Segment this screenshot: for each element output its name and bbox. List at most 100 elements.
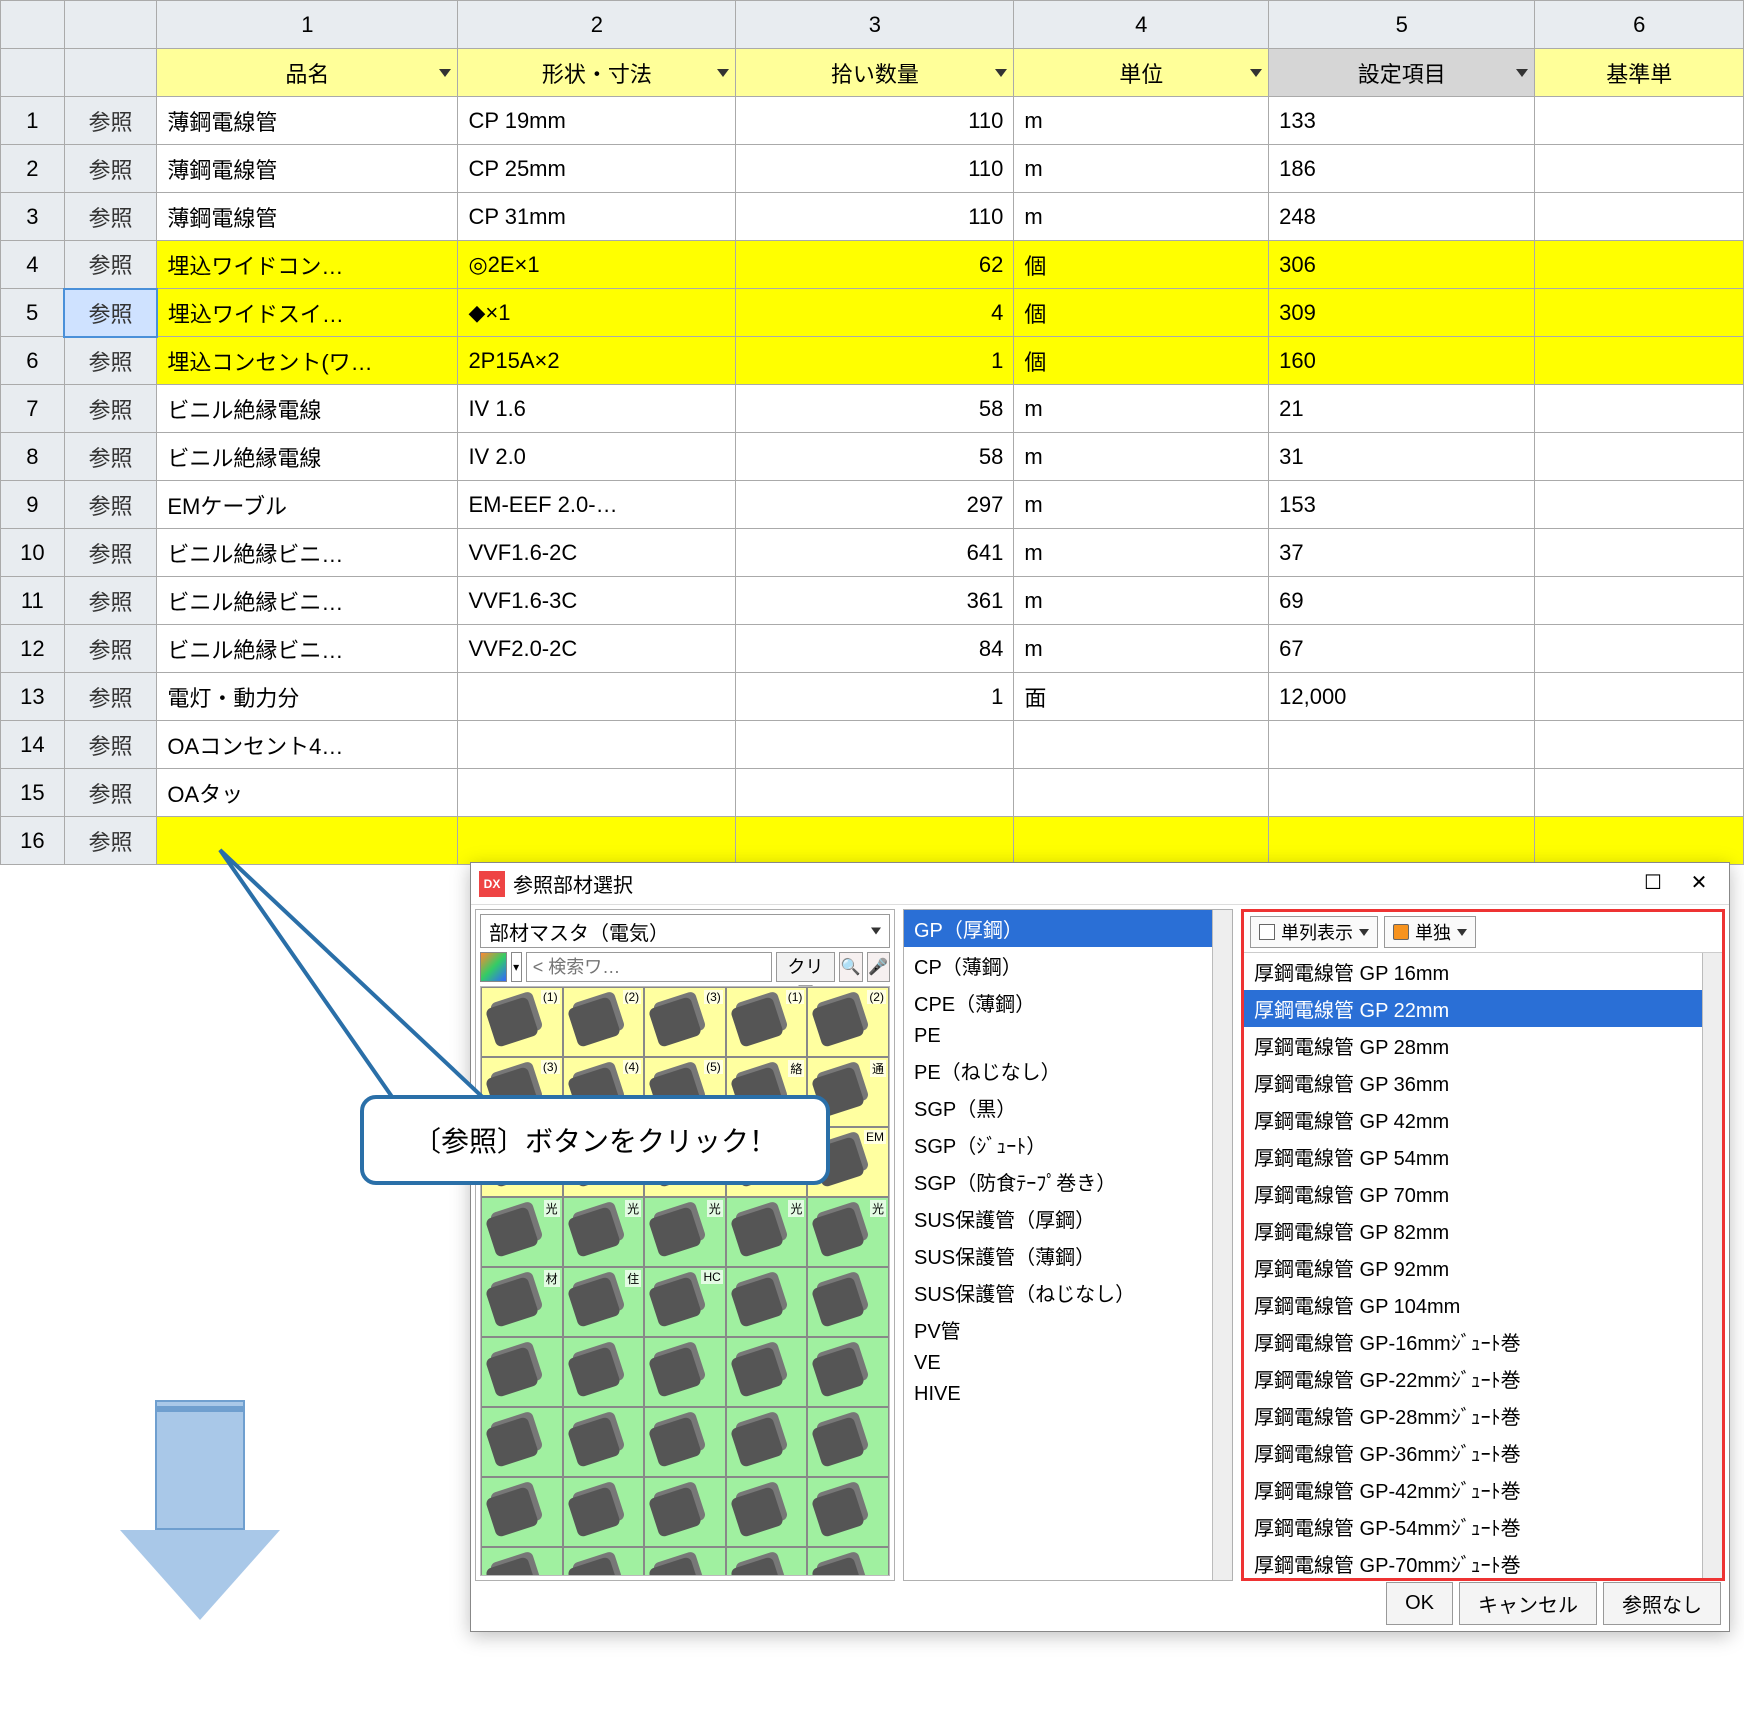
cell-qty[interactable] [736, 769, 1014, 817]
cell-base[interactable] [1535, 769, 1744, 817]
cell-unit[interactable]: m [1014, 97, 1269, 145]
header-setting[interactable]: 設定項目 [1269, 49, 1535, 97]
table-row[interactable]: 14参照OAコンセント4… [1, 721, 1744, 769]
dropdown-icon[interactable] [1250, 69, 1262, 77]
part-icon-cell[interactable] [726, 1267, 808, 1337]
cell-setting[interactable]: 186 [1269, 145, 1535, 193]
main-spreadsheet[interactable]: 1 2 3 4 5 6 品名 形状・寸法 拾い数量 単位 設定項目 基準単 1参… [0, 0, 1744, 865]
part-item[interactable]: 厚鋼電線管 GP-42mmｼﾞｭｰﾄ巻 [1244, 1471, 1702, 1508]
cell-unit[interactable]: m [1014, 385, 1269, 433]
table-row[interactable]: 8参照ビニル絶縁電線IV 2.058m31 [1, 433, 1744, 481]
cell-unit[interactable] [1014, 817, 1269, 865]
reference-button[interactable]: 参照 [64, 721, 157, 769]
part-item[interactable]: 厚鋼電線管 GP-70mmｼﾞｭｰﾄ巻 [1244, 1545, 1702, 1578]
category-item[interactable]: GP（厚鋼） [904, 910, 1212, 947]
header-qty[interactable]: 拾い数量 [736, 49, 1014, 97]
part-icon-cell[interactable]: 光 [726, 1197, 808, 1267]
cell-setting[interactable]: 37 [1269, 529, 1535, 577]
maximize-button[interactable]: ☐ [1631, 869, 1675, 899]
reference-button[interactable]: 参照 [64, 193, 157, 241]
reference-button[interactable]: 参照 [64, 289, 157, 337]
category-item[interactable]: PV管 [904, 1311, 1212, 1348]
cell-unit[interactable]: m [1014, 193, 1269, 241]
cell-base[interactable] [1535, 817, 1744, 865]
reference-button[interactable]: 参照 [64, 97, 157, 145]
table-row[interactable]: 4参照埋込ワイドコン…◎2E×162個306 [1, 241, 1744, 289]
cell-base[interactable] [1535, 625, 1744, 673]
part-icon-cell[interactable] [563, 1477, 645, 1547]
cell-base[interactable] [1535, 577, 1744, 625]
category-item[interactable]: SGP（ｼﾞｭｰﾄ） [904, 1126, 1212, 1163]
cell-qty[interactable]: 361 [736, 577, 1014, 625]
cell-qty[interactable]: 641 [736, 529, 1014, 577]
reference-button[interactable]: 参照 [64, 577, 157, 625]
search-icon[interactable]: 🔍 [839, 952, 862, 982]
part-icon-cell[interactable]: (2) [807, 987, 889, 1057]
part-icon-cell[interactable] [726, 1477, 808, 1547]
part-item[interactable]: 厚鋼電線管 GP-36mmｼﾞｭｰﾄ巻 [1244, 1434, 1702, 1471]
cell-shape[interactable]: VVF1.6-2C [458, 529, 736, 577]
cell-name[interactable]: ビニル絶縁電線 [157, 385, 458, 433]
part-icon-cell[interactable]: 住 [563, 1267, 645, 1337]
part-item[interactable]: 厚鋼電線管 GP-28mmｼﾞｭｰﾄ巻 [1244, 1397, 1702, 1434]
dropdown-icon[interactable] [717, 69, 729, 77]
cell-base[interactable] [1535, 673, 1744, 721]
part-item[interactable]: 厚鋼電線管 GP 70mm [1244, 1175, 1702, 1212]
part-icon-cell[interactable] [644, 1407, 726, 1477]
part-icon-cell[interactable]: HC [644, 1267, 726, 1337]
cell-shape[interactable]: VVF2.0-2C [458, 625, 736, 673]
cell-unit[interactable]: m [1014, 529, 1269, 577]
cell-base[interactable] [1535, 241, 1744, 289]
cell-unit[interactable]: m [1014, 577, 1269, 625]
table-row[interactable]: 6参照埋込コンセント(ワ…2P15A×21個160 [1, 337, 1744, 385]
cell-qty[interactable]: 84 [736, 625, 1014, 673]
part-item[interactable]: 厚鋼電線管 GP 54mm [1244, 1138, 1702, 1175]
cell-base[interactable] [1535, 385, 1744, 433]
reference-button[interactable]: 参照 [64, 337, 157, 385]
category-list[interactable]: GP（厚鋼）CP（薄鋼）CPE（薄鋼）PEPE（ねじなし）SGP（黒）SGP（ｼ… [904, 910, 1212, 1580]
cell-unit[interactable]: m [1014, 145, 1269, 193]
header-base[interactable]: 基準単 [1535, 49, 1744, 97]
category-item[interactable]: PE [904, 1021, 1212, 1052]
dropdown-icon[interactable] [439, 69, 451, 77]
cell-qty[interactable]: 297 [736, 481, 1014, 529]
reference-button[interactable]: 参照 [64, 625, 157, 673]
cell-base[interactable] [1535, 721, 1744, 769]
part-icon-cell[interactable] [563, 1547, 645, 1576]
cell-base[interactable] [1535, 145, 1744, 193]
cell-name[interactable]: 薄鋼電線管 [157, 193, 458, 241]
cell-qty[interactable]: 1 [736, 337, 1014, 385]
cell-shape[interactable]: CP 25mm [458, 145, 736, 193]
part-item[interactable]: 厚鋼電線管 GP 92mm [1244, 1249, 1702, 1286]
cell-shape[interactable]: CP 19mm [458, 97, 736, 145]
cell-name[interactable]: ビニル絶縁ビニ… [157, 625, 458, 673]
category-item[interactable]: CPE（薄鋼） [904, 984, 1212, 1021]
cell-shape[interactable]: EM-EEF 2.0-… [458, 481, 736, 529]
cell-qty[interactable]: 62 [736, 241, 1014, 289]
cell-name[interactable]: EMケーブル [157, 481, 458, 529]
cell-shape[interactable] [458, 721, 736, 769]
part-item[interactable]: 厚鋼電線管 GP-54mmｼﾞｭｰﾄ巻 [1244, 1508, 1702, 1545]
cell-shape[interactable] [458, 769, 736, 817]
cell-unit[interactable]: m [1014, 481, 1269, 529]
cell-qty[interactable]: 58 [736, 433, 1014, 481]
part-item[interactable]: 厚鋼電線管 GP-16mmｼﾞｭｰﾄ巻 [1244, 1323, 1702, 1360]
cell-unit[interactable]: 個 [1014, 337, 1269, 385]
cell-name[interactable]: ビニル絶縁ビニ… [157, 529, 458, 577]
cell-unit[interactable] [1014, 721, 1269, 769]
part-item[interactable]: 厚鋼電線管 GP 42mm [1244, 1101, 1702, 1138]
cell-setting[interactable]: 309 [1269, 289, 1535, 337]
table-row[interactable]: 7参照ビニル絶縁電線IV 1.658m21 [1, 385, 1744, 433]
reference-button[interactable]: 参照 [64, 529, 157, 577]
cell-shape[interactable] [458, 673, 736, 721]
part-icon-cell[interactable] [481, 1407, 563, 1477]
category-item[interactable]: SGP（黒） [904, 1089, 1212, 1126]
part-item[interactable]: 厚鋼電線管 GP 22mm [1244, 990, 1702, 1027]
cell-shape[interactable]: VVF1.6-3C [458, 577, 736, 625]
cell-base[interactable] [1535, 97, 1744, 145]
cell-qty[interactable]: 110 [736, 97, 1014, 145]
scrollbar[interactable] [1212, 910, 1232, 1580]
category-item[interactable]: SGP（防食ﾃｰﾌﾟ巻き） [904, 1163, 1212, 1200]
table-row[interactable]: 13参照電灯・動力分1面12,000 [1, 673, 1744, 721]
cell-name[interactable]: ビニル絶縁ビニ… [157, 577, 458, 625]
